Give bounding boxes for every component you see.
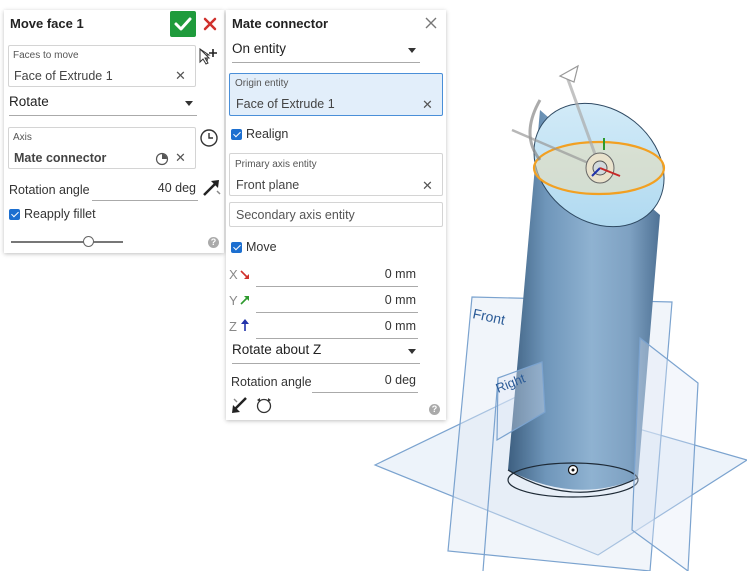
- arrow-icon: [232, 397, 247, 413]
- checkmark-icon: [174, 17, 192, 31]
- chevron-down-icon: [185, 101, 193, 106]
- mate-connector-panel: Mate connector On entity Origin entity F…: [226, 10, 446, 420]
- reorient-button[interactable]: [254, 395, 274, 415]
- arrow-icon: [203, 180, 221, 196]
- close-button[interactable]: [424, 16, 438, 30]
- realign-label: Realign: [246, 127, 289, 141]
- move-type-dropdown[interactable]: Rotate: [9, 94, 197, 116]
- mate-connector-header: Mate connector: [226, 10, 446, 36]
- placement-value: On entity: [232, 41, 287, 56]
- rotate-icon: [256, 398, 272, 414]
- primary-axis-field[interactable]: Primary axis entity Front plane ✕: [229, 153, 443, 196]
- move-label: Move: [246, 240, 277, 254]
- close-icon: [425, 17, 437, 29]
- help-icon[interactable]: ?: [208, 237, 219, 248]
- move-type-value: Rotate: [9, 94, 49, 109]
- y-offset-input[interactable]: 0 mm: [256, 293, 418, 313]
- accept-button[interactable]: [170, 11, 196, 37]
- y-letter: Y: [229, 293, 238, 308]
- move-checkbox[interactable]: [231, 242, 242, 253]
- faces-to-move-field[interactable]: Faces to move Face of Extrude 1 ✕: [8, 45, 196, 87]
- x-arrow-icon: [240, 270, 249, 279]
- realign-checkbox[interactable]: [231, 129, 242, 140]
- clear-axis-icon[interactable]: ✕: [175, 150, 186, 166]
- primary-axis-label: Primary axis entity: [235, 159, 317, 170]
- clear-primary-axis-icon[interactable]: ✕: [422, 178, 433, 194]
- origin-marker[interactable]: [567, 464, 579, 476]
- flip-primary-button[interactable]: [230, 395, 250, 415]
- help-icon[interactable]: ?: [429, 404, 440, 415]
- close-icon: [203, 17, 217, 31]
- mc-rotation-angle-value: 0 deg: [384, 373, 416, 387]
- rotate-axis-dropdown[interactable]: Rotate about Z: [232, 342, 420, 364]
- mouse-cursor-icon: [199, 48, 211, 65]
- origin-entity-value: Face of Extrude 1: [236, 97, 335, 111]
- mc-rotation-angle-label: Rotation angle: [231, 375, 312, 389]
- chevron-down-icon: [408, 48, 416, 53]
- rotation-angle-label: Rotation angle: [9, 183, 90, 197]
- reapply-fillet-label: Reapply fillet: [24, 207, 96, 221]
- x-offset-input[interactable]: 0 mm: [256, 267, 418, 287]
- panel-title: Move face 1: [10, 15, 84, 31]
- y-arrow-icon: [240, 296, 249, 305]
- placement-dropdown[interactable]: On entity: [232, 41, 420, 63]
- slider-handle[interactable]: [83, 236, 94, 247]
- faces-to-move-label: Faces to move: [13, 50, 79, 61]
- rotation-angle-input[interactable]: 40 deg: [92, 181, 198, 201]
- cancel-button[interactable]: [202, 16, 218, 32]
- origin-entity-label: Origin entity: [235, 78, 289, 89]
- clear-faces-icon[interactable]: ✕: [175, 68, 186, 84]
- preview-slider[interactable]: [11, 236, 123, 248]
- rotate-axis-value: Rotate about Z: [232, 342, 322, 357]
- axis-field[interactable]: Axis Mate connector ✕: [8, 127, 196, 169]
- primary-axis-value: Front plane: [236, 178, 300, 192]
- faces-to-move-value: Face of Extrude 1: [14, 69, 113, 83]
- clock-icon: [200, 129, 218, 147]
- y-offset-value: 0 mm: [384, 293, 416, 307]
- direction-toggle-button[interactable]: [201, 178, 223, 198]
- move-face-panel: Move face 1 Faces to move Face of Extrud…: [4, 10, 224, 253]
- axis-label: Axis: [13, 132, 32, 143]
- clear-origin-icon[interactable]: ✕: [422, 97, 433, 113]
- chevron-down-icon: [408, 349, 416, 354]
- reapply-fillet-checkbox[interactable]: [9, 209, 20, 220]
- z-offset-input[interactable]: 0 mm: [256, 319, 418, 339]
- x-letter: X: [229, 267, 238, 282]
- panel-title: Mate connector: [232, 15, 329, 31]
- mc-rotation-angle-input[interactable]: 0 deg: [312, 373, 418, 393]
- x-offset-value: 0 mm: [384, 267, 416, 281]
- secondary-axis-placeholder: Secondary axis entity: [236, 208, 355, 222]
- z-offset-value: 0 mm: [384, 319, 416, 333]
- rotation-angle-value: 40 deg: [157, 181, 196, 195]
- secondary-axis-field[interactable]: Secondary axis entity: [229, 202, 443, 227]
- origin-entity-field[interactable]: Origin entity Face of Extrude 1 ✕: [229, 73, 443, 116]
- axis-value: Mate connector: [14, 151, 107, 165]
- mate-connector-icon[interactable]: [155, 152, 169, 166]
- flip-axis-button[interactable]: [199, 128, 219, 148]
- z-arrow-icon: [241, 319, 249, 331]
- z-letter: Z: [229, 319, 237, 334]
